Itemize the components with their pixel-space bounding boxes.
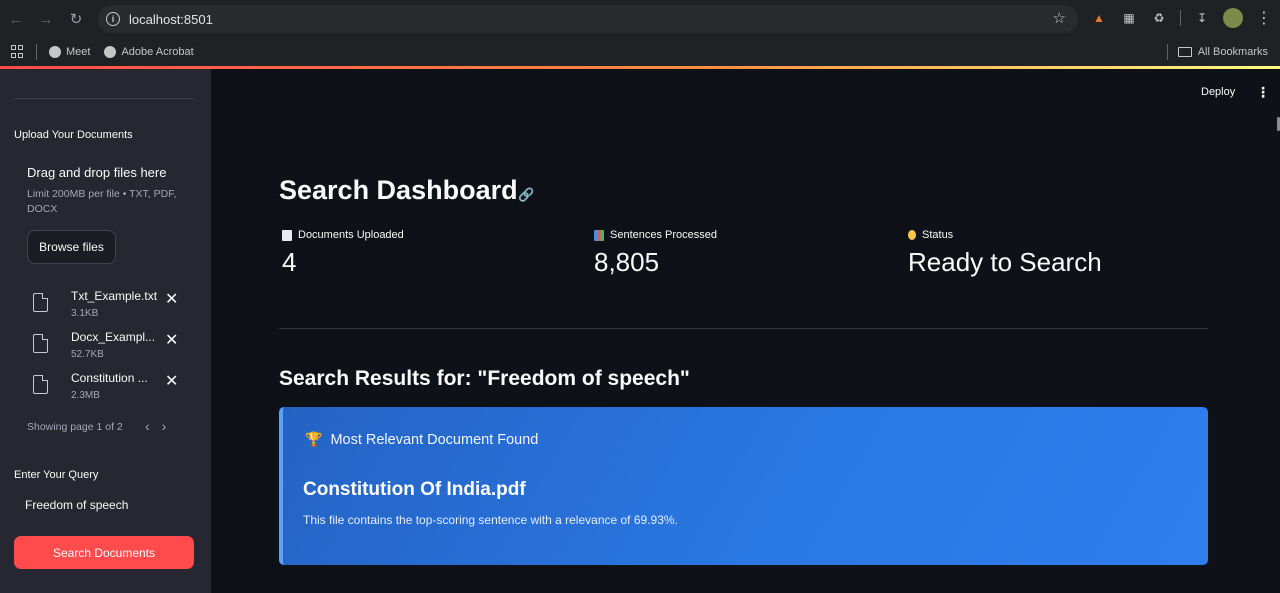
bookmark-adobe-acrobat[interactable]: Adobe Acrobat xyxy=(104,46,194,58)
file-icon xyxy=(33,334,48,353)
metric-label: Sentences Processed xyxy=(610,229,718,241)
chevron-right-icon[interactable]: › xyxy=(162,418,167,434)
file-name: Docx_Exampl... xyxy=(71,330,156,344)
pagination-text: Showing page 1 of 2 xyxy=(27,421,123,433)
globe-icon xyxy=(49,46,61,58)
bar-chart-icon xyxy=(594,229,604,241)
metric-sentences-processed: Sentences Processed 8,805 xyxy=(594,228,717,277)
browser-toolbar: ← → ↻ i localhost:8501 ☆ ▲ ▦ ♻ ↧ ⋮ xyxy=(0,0,1280,38)
file-size: 52.7KB xyxy=(71,349,104,360)
tab-search-icon[interactable]: ▦ xyxy=(1120,9,1138,27)
browse-files-button[interactable]: Browse files xyxy=(27,230,116,264)
results-title: Search Results for: "Freedom of speech" xyxy=(279,367,690,390)
page-title: Search Dashboard xyxy=(279,175,518,205)
dropzone-limit: Limit 200MB per file • TXT, PDF, DOCX xyxy=(27,188,177,215)
bookmarks-bar: Meet Adobe Acrobat All Bookmarks xyxy=(0,38,1280,66)
file-size: 3.1KB xyxy=(71,308,99,319)
remove-file-icon[interactable]: ✕ xyxy=(165,371,178,391)
bookmark-label: Meet xyxy=(66,46,91,58)
top-result-card: 🏆 Most Relevant Document Found Constitut… xyxy=(279,407,1208,565)
file-icon xyxy=(33,293,48,312)
metric-value: 4 xyxy=(282,247,297,277)
bookmark-star-icon[interactable]: ☆ xyxy=(1053,9,1066,27)
metric-value: 8,805 xyxy=(594,247,660,277)
deploy-button[interactable]: Deploy xyxy=(1201,86,1235,98)
address-bar[interactable]: i localhost:8501 ☆ xyxy=(98,5,1078,33)
bookmark-label: Adobe Acrobat xyxy=(121,46,194,58)
result-document-name: Constitution Of India.pdf xyxy=(303,479,526,500)
metric-label-row: Sentences Processed xyxy=(594,228,717,242)
download-icon[interactable]: ↧ xyxy=(1193,9,1211,27)
card-heading-row: 🏆 Most Relevant Document Found xyxy=(305,431,538,448)
anchor-link-icon[interactable]: 🔗 xyxy=(518,187,534,203)
uploaded-file: Txt_Example.txt 3.1KB ✕ xyxy=(33,289,198,325)
url-text[interactable]: localhost:8501 xyxy=(129,12,213,27)
result-description: This file contains the top-scoring sente… xyxy=(303,513,678,527)
remove-file-icon[interactable]: ✕ xyxy=(165,330,178,350)
forward-icon[interactable]: → xyxy=(31,4,61,34)
remove-file-icon[interactable]: ✕ xyxy=(165,289,178,309)
metric-label: Documents Uploaded xyxy=(298,229,404,241)
uploaded-file: Docx_Exampl... 52.7KB ✕ xyxy=(33,330,198,366)
browser-menu-icon[interactable]: ⋮ xyxy=(1255,9,1273,27)
extension-tray: ▲ ▦ ♻ ↧ ⋮ xyxy=(1090,8,1273,28)
metric-documents-uploaded: Documents Uploaded 4 xyxy=(282,228,404,277)
metric-label-row: Status xyxy=(908,228,953,242)
metric-status: Status Ready to Search xyxy=(908,228,1102,277)
card-heading: Most Relevant Document Found xyxy=(330,431,539,448)
trophy-icon: 🏆 xyxy=(305,431,323,447)
bookmark-meet[interactable]: Meet xyxy=(49,46,90,58)
metric-label: Status xyxy=(922,229,954,241)
file-icon xyxy=(33,375,48,394)
query-input[interactable]: Freedom of speech xyxy=(14,491,194,519)
file-name: Constitution ... xyxy=(71,371,148,385)
extensions-puzzle-icon[interactable]: ♻ xyxy=(1150,9,1168,27)
chevron-left-icon[interactable]: ‹ xyxy=(145,418,150,434)
file-name: Txt_Example.txt xyxy=(71,289,158,303)
lightbulb-icon xyxy=(908,230,916,240)
sidebar: Upload Your Documents Drag and drop file… xyxy=(0,69,211,593)
all-bookmarks[interactable]: All Bookmarks xyxy=(1166,38,1268,66)
dropzone-title[interactable]: Drag and drop files here xyxy=(27,165,166,180)
reload-icon[interactable]: ↻ xyxy=(61,4,91,34)
app-menu-icon[interactable]: ⋮ xyxy=(1256,84,1270,101)
upload-label: Upload Your Documents xyxy=(14,129,133,141)
bookmarks-divider xyxy=(36,44,37,60)
metric-label-row: Documents Uploaded xyxy=(282,228,404,242)
globe-icon xyxy=(104,46,117,58)
site-info-icon[interactable]: i xyxy=(106,12,120,26)
pagination-controls: ‹ › xyxy=(145,418,166,434)
file-size: 2.3MB xyxy=(71,390,100,401)
metamask-extension-icon[interactable]: ▲ xyxy=(1090,9,1108,27)
toolbar-divider xyxy=(1180,10,1181,26)
bookmarks-divider xyxy=(1166,44,1168,60)
metric-value: Ready to Search xyxy=(908,247,1102,277)
uploaded-file: Constitution ... 2.3MB ✕ xyxy=(33,371,198,407)
folder-icon xyxy=(1177,47,1192,57)
sidebar-divider xyxy=(14,98,194,99)
query-label: Enter Your Query xyxy=(14,469,99,481)
profile-avatar[interactable] xyxy=(1223,8,1243,28)
apps-grid-icon[interactable] xyxy=(11,45,25,59)
back-icon[interactable]: ← xyxy=(1,4,31,34)
all-bookmarks-label: All Bookmarks xyxy=(1197,46,1268,58)
document-icon xyxy=(282,229,292,241)
search-documents-button[interactable]: Search Documents xyxy=(14,536,194,569)
section-divider xyxy=(279,328,1208,329)
